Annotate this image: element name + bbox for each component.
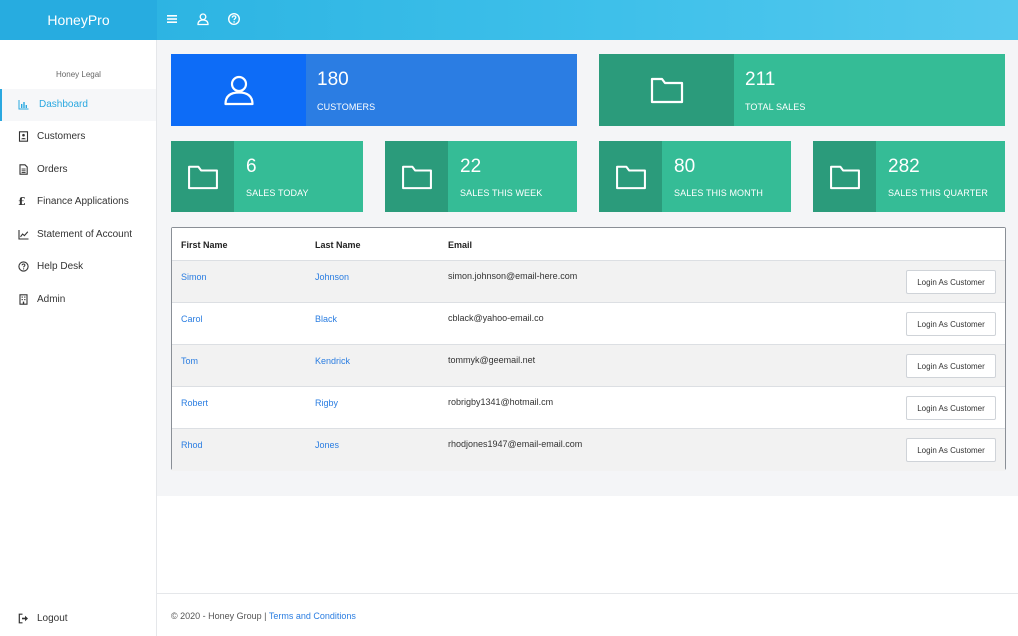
table-row: Carol Black cblack@yahoo-email.co Login … xyxy=(172,303,1005,345)
sidebar-item-customers[interactable]: Customers xyxy=(0,121,156,153)
logout-link[interactable]: Logout xyxy=(0,603,156,635)
address-book-icon xyxy=(18,131,29,142)
sidebar-item-statement-of-account[interactable]: Statement of Account xyxy=(0,219,156,251)
stat-card-sales-this-month[interactable]: 80 SALES THIS MONTH xyxy=(599,141,791,212)
stat-label: CUSTOMERS xyxy=(317,102,376,112)
copyright-text: © 2020 - Honey Group | xyxy=(171,611,269,621)
sidebar-item-label: Statement of Account xyxy=(37,229,133,240)
stat-label: SALES THIS QUARTER xyxy=(888,188,988,198)
email-cell: simon.johnson@email-here.com xyxy=(448,271,578,281)
first-name-link[interactable]: Rhod xyxy=(181,440,203,450)
last-name-link[interactable]: Kendrick xyxy=(315,356,350,366)
stat-card-customers[interactable]: 180 CUSTOMERS xyxy=(171,54,577,126)
line-chart-icon xyxy=(18,229,29,240)
login-as-customer-button[interactable]: Login As Customer xyxy=(906,396,996,420)
email-cell: cblack@yahoo-email.co xyxy=(448,313,544,323)
sidebar-item-finance-applications[interactable]: £ Finance Applications xyxy=(0,186,156,218)
pound-icon: £ xyxy=(18,195,26,208)
stat-value: 80 xyxy=(674,156,696,177)
folder-icon xyxy=(599,54,734,126)
stat-label: SALES THIS MONTH xyxy=(674,188,763,198)
first-name-link[interactable]: Carol xyxy=(181,314,203,324)
stat-label: SALES TODAY xyxy=(246,188,309,198)
stat-card-sales-today[interactable]: 6 SALES TODAY xyxy=(171,141,363,212)
login-as-customer-button[interactable]: Login As Customer xyxy=(906,270,996,294)
terms-and-conditions-link[interactable]: Terms and Conditions xyxy=(269,611,356,621)
stat-card-sales-this-week[interactable]: 22 SALES THIS WEEK xyxy=(385,141,577,212)
email-cell: robrigby1341@hotmail.cm xyxy=(448,397,554,407)
last-name-link[interactable]: Jones xyxy=(315,440,339,450)
email-cell: rhodjones1947@email-email.com xyxy=(448,439,583,449)
footer-text: © 2020 - Honey Group | Terms and Conditi… xyxy=(171,611,356,621)
footer: © 2020 - Honey Group | Terms and Conditi… xyxy=(157,593,1018,636)
sidebar-item-label: Help Desk xyxy=(37,261,84,272)
folder-icon xyxy=(599,141,662,212)
column-header-first-name[interactable]: First Name xyxy=(181,240,228,250)
column-header-email[interactable]: Email xyxy=(448,240,472,250)
sidebar-item-admin[interactable]: Admin xyxy=(0,284,156,316)
stat-card-total-sales[interactable]: 211 TOTAL SALES xyxy=(599,54,1005,126)
stat-value: 6 xyxy=(246,156,257,177)
sidebar-item-label: Customers xyxy=(37,131,86,142)
menu-icon[interactable] xyxy=(165,12,179,26)
help-icon[interactable] xyxy=(227,12,241,26)
document-icon xyxy=(18,164,29,175)
bar-chart-icon xyxy=(18,99,29,110)
folder-icon xyxy=(171,141,234,212)
stat-card-sales-this-quarter[interactable]: 282 SALES THIS QUARTER xyxy=(813,141,1005,212)
main-blank-area xyxy=(157,496,1018,593)
column-header-last-name[interactable]: Last Name xyxy=(315,240,361,250)
brand-logo[interactable]: HoneyPro xyxy=(0,0,157,40)
email-cell: tommyk@geemail.net xyxy=(448,355,536,365)
user-icon[interactable] xyxy=(196,12,210,26)
logout-label: Logout xyxy=(37,613,68,624)
sidebar: Honey Legal Dashboard Customers Orders £… xyxy=(0,40,157,636)
last-name-link[interactable]: Black xyxy=(315,314,337,324)
stat-label: SALES THIS WEEK xyxy=(460,188,543,198)
login-as-customer-button[interactable]: Login As Customer xyxy=(906,354,996,378)
sidebar-item-label: Dashboard xyxy=(39,99,88,110)
sidebar-item-label: Orders xyxy=(37,164,68,175)
folder-icon xyxy=(385,141,448,212)
stat-label: TOTAL SALES xyxy=(745,102,806,112)
table-row: Rhod Jones rhodjones1947@email-email.com… xyxy=(172,429,1005,471)
sidebar-item-help-desk[interactable]: Help Desk xyxy=(0,251,156,283)
stat-value: 180 xyxy=(317,69,349,90)
sidebar-item-dashboard[interactable]: Dashboard xyxy=(0,89,156,121)
first-name-link[interactable]: Robert xyxy=(181,398,208,408)
login-as-customer-button[interactable]: Login As Customer xyxy=(906,312,996,336)
top-bar: HoneyPro xyxy=(0,0,1018,40)
login-as-customer-button[interactable]: Login As Customer xyxy=(906,438,996,462)
folder-icon xyxy=(813,141,876,212)
sidebar-item-orders[interactable]: Orders xyxy=(0,154,156,186)
stat-value: 282 xyxy=(888,156,920,177)
last-name-link[interactable]: Rigby xyxy=(315,398,338,408)
building-icon xyxy=(18,294,29,305)
stat-value: 22 xyxy=(460,156,482,177)
last-name-link[interactable]: Johnson xyxy=(315,272,349,282)
customers-table: First Name Last Name Email Simon Johnson… xyxy=(171,227,1006,471)
first-name-link[interactable]: Simon xyxy=(181,272,207,282)
table-row: Tom Kendrick tommyk@geemail.net Login As… xyxy=(172,345,1005,387)
first-name-link[interactable]: Tom xyxy=(181,356,198,366)
sidebar-item-label: Admin xyxy=(37,294,66,305)
table-header: First Name Last Name Email xyxy=(172,228,1005,261)
stat-value: 211 xyxy=(745,69,776,90)
table-row: Simon Johnson simon.johnson@email-here.c… xyxy=(172,261,1005,303)
sidebar-item-label: Finance Applications xyxy=(37,196,129,207)
help-icon xyxy=(18,261,29,272)
organization-label: Honey Legal xyxy=(56,70,101,79)
sign-out-icon xyxy=(18,613,29,624)
user-icon xyxy=(171,54,306,126)
table-row: Robert Rigby robrigby1341@hotmail.cm Log… xyxy=(172,387,1005,429)
